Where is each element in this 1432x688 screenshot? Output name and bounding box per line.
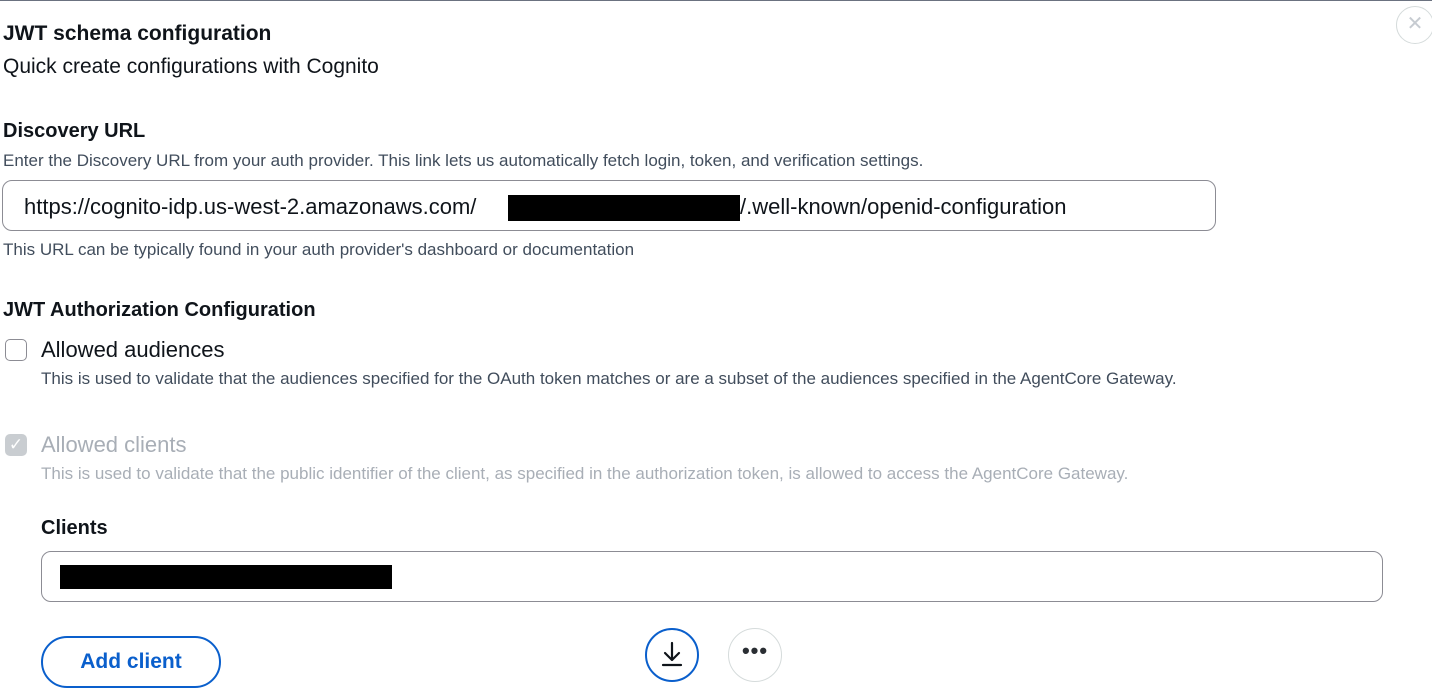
close-button[interactable]: ✕	[1396, 6, 1432, 44]
discovery-url-description: Enter the Discovery URL from your auth p…	[3, 151, 924, 170]
download-button[interactable]	[645, 628, 699, 682]
allowed-clients-description: This is used to validate that the public…	[41, 464, 1129, 483]
client-id-input[interactable]	[41, 551, 1383, 602]
clients-label: Clients	[41, 517, 108, 539]
download-icon	[661, 641, 683, 667]
discovery-url-hint: This URL can be typically found in your …	[3, 240, 635, 259]
discovery-url-label: Discovery URL	[3, 120, 146, 142]
more-icon: •••	[741, 638, 769, 663]
jwt-authorization-heading: JWT Authorization Configuration	[3, 299, 316, 321]
redacted-user-pool-id	[508, 195, 740, 221]
discovery-url-prefix: https://cognito-idp.us-west-2.amazonaws.…	[24, 194, 477, 219]
allowed-audiences-label[interactable]: Allowed audiences	[41, 337, 224, 363]
discovery-url-suffix: /.well-known/openid-configuration	[740, 194, 1067, 219]
allowed-audiences-description: This is used to validate that the audien…	[41, 369, 1177, 388]
checkmark-icon: ✓	[8, 435, 24, 454]
allowed-clients-checkbox[interactable]: ✓	[5, 434, 27, 456]
more-options-button[interactable]: •••	[728, 628, 782, 682]
panel-title: JWT schema configuration	[3, 22, 272, 45]
discovery-url-input[interactable]: https://cognito-idp.us-west-2.amazonaws.…	[2, 180, 1216, 231]
add-client-button[interactable]: Add client	[41, 636, 221, 688]
allowed-audiences-checkbox[interactable]	[5, 339, 27, 361]
allowed-clients-label[interactable]: Allowed clients	[41, 432, 187, 458]
close-icon: ✕	[1406, 13, 1424, 35]
panel-subtitle: Quick create configurations with Cognito	[3, 55, 379, 78]
redacted-client-id	[60, 565, 392, 589]
top-divider	[0, 0, 1432, 1]
